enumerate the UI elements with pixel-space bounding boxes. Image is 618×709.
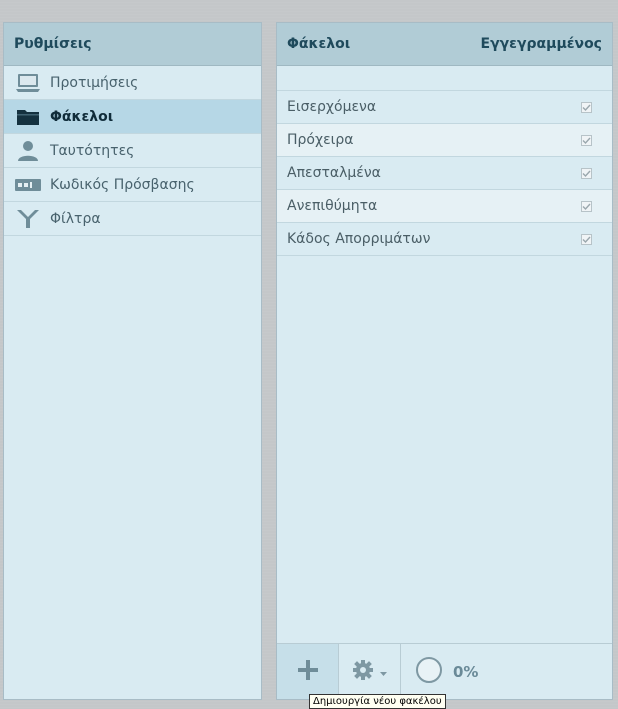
create-folder-tooltip: Δημιουργία νέου φακέλου (309, 694, 446, 709)
folders-footer: 0% (277, 643, 612, 699)
nav-item-label: Φίλτρα (50, 210, 101, 227)
nav-item-label: Προτιμήσεις (50, 74, 139, 91)
subscribe-checkbox[interactable] (581, 101, 592, 113)
folder-row-drafts[interactable]: Πρόχειρα (277, 124, 612, 157)
nav-item-filters[interactable]: Φίλτρα (4, 202, 261, 236)
folder-list-spacer (277, 66, 612, 91)
settings-header: Ρυθμίσεις (4, 23, 261, 66)
plus-icon (296, 658, 320, 686)
subscribe-checkbox[interactable] (581, 233, 592, 245)
quota-indicator: 0% (415, 656, 478, 688)
gear-icon (352, 658, 380, 686)
folders-header: Φάκελοι Εγγεγραμμένος (277, 23, 612, 66)
nav-item-label: Φάκελοι (50, 108, 114, 125)
folder-row-sent[interactable]: Απεσταλμένα (277, 157, 612, 190)
subscribe-checkbox[interactable] (581, 134, 592, 146)
filter-icon (14, 208, 42, 230)
monitor-icon (14, 72, 42, 94)
folder-row-trash[interactable]: Κάδος Απορριμάτων (277, 223, 612, 256)
nav-item-password[interactable]: Κωδικός Πρόσβασης (4, 168, 261, 202)
subscribed-column-header: Εγγεγραμμένος (480, 36, 602, 52)
nav-item-label: Ταυτότητες (50, 142, 135, 159)
password-icon (14, 174, 42, 196)
folder-row-inbox[interactable]: Εισερχόμενα (277, 91, 612, 124)
folder-actions-button[interactable] (339, 644, 401, 699)
nav-item-label: Κωδικός Πρόσβασης (50, 176, 195, 193)
nav-item-identities[interactable]: Ταυτότητες (4, 134, 261, 168)
folder-row-junk[interactable]: Ανεπιθύμητα (277, 190, 612, 223)
folder-name: Απεσταλμένα (287, 165, 381, 181)
folder-name: Εισερχόμενα (287, 99, 377, 115)
folders-panel: Φάκελοι Εγγεγραμμένος Εισερχόμενα Πρόχει… (276, 22, 613, 700)
quota-pie-icon (415, 656, 443, 688)
settings-panel: Ρυθμίσεις Προτιμήσεις Φάκελοι Ταυτότητες… (3, 22, 262, 700)
person-icon (14, 140, 42, 162)
subscribe-checkbox[interactable] (581, 200, 592, 212)
folder-icon (14, 106, 42, 128)
nav-item-folders[interactable]: Φάκελοι (4, 100, 261, 134)
nav-item-preferences[interactable]: Προτιμήσεις (4, 66, 261, 100)
chevron-down-icon (380, 662, 387, 681)
folder-name: Ανεπιθύμητα (287, 198, 378, 214)
subscribe-checkbox[interactable] (581, 167, 592, 179)
settings-title: Ρυθμίσεις (14, 36, 92, 52)
create-folder-button[interactable] (277, 644, 339, 699)
folder-name: Πρόχειρα (287, 132, 354, 148)
folder-list: Εισερχόμενα Πρόχειρα Απεσταλμένα Ανεπιθύ… (277, 91, 612, 256)
folders-title: Φάκελοι (287, 36, 351, 52)
quota-text: 0% (453, 662, 479, 681)
folder-name: Κάδος Απορριμάτων (287, 231, 431, 247)
